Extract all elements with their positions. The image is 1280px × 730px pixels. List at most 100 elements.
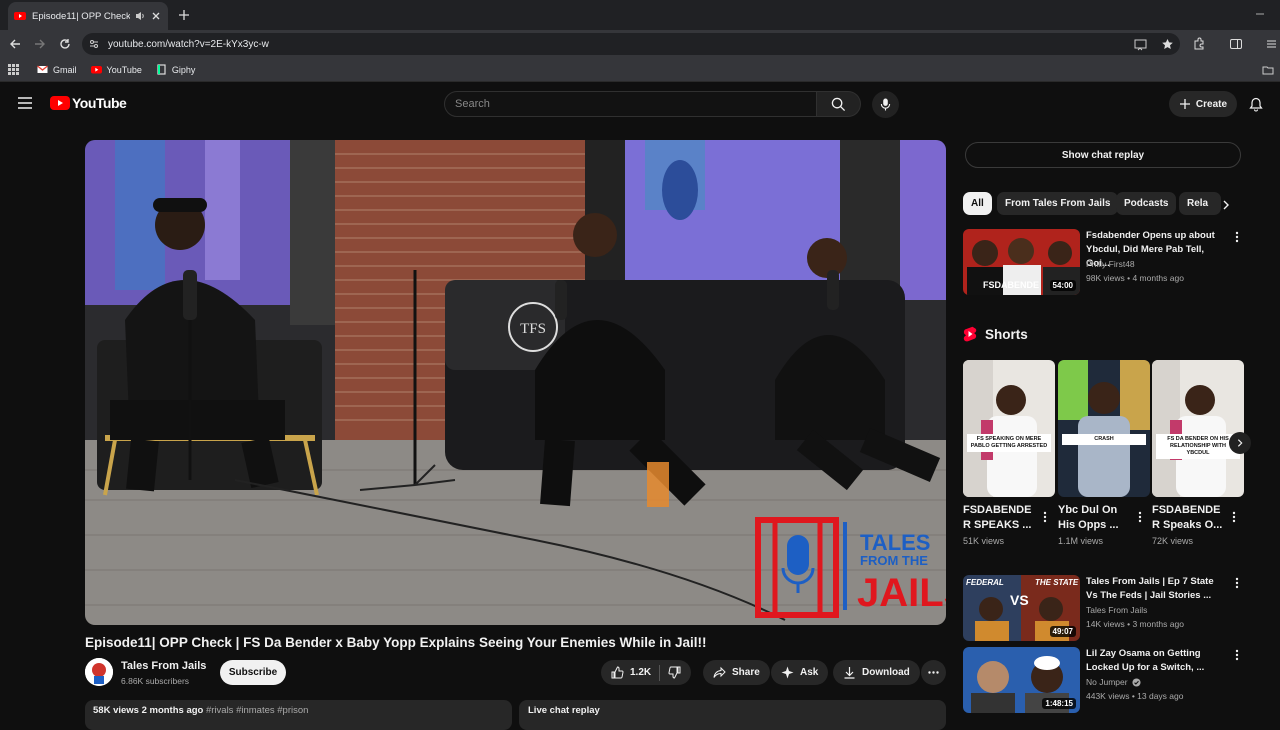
video-thumbnail[interactable]: FEDERAL THE STATE VS 49:07: [963, 575, 1080, 641]
share-button[interactable]: Share: [703, 660, 770, 685]
download-icon: [844, 667, 855, 679]
bookmark-label: Giphy: [171, 64, 196, 75]
hashtags[interactable]: #rivals #inmates #prison: [206, 705, 308, 716]
short-views: 72K views: [1152, 536, 1194, 546]
more-vertical-icon[interactable]: [1043, 511, 1047, 523]
more-vertical-icon[interactable]: [1235, 577, 1239, 589]
reload-icon[interactable]: [58, 37, 72, 51]
video-thumbnail[interactable]: 1:48:15: [963, 647, 1080, 713]
chip-podcasts[interactable]: Podcasts: [1116, 192, 1177, 215]
bookmark-giphy[interactable]: Giphy: [156, 64, 196, 75]
address-bar[interactable]: youtube.com/watch?v=2E-kYx3yc-w: [82, 33, 1180, 55]
recommended-video-3[interactable]: 1:48:15 Lil Zay Osama on Getting Locked …: [963, 647, 1243, 713]
channel-name[interactable]: Tales From Jails: [1086, 605, 1147, 615]
channel-avatar[interactable]: [85, 658, 113, 686]
video-title[interactable]: Lil Zay Osama on Getting Locked Up for a…: [1086, 647, 1226, 675]
description-box[interactable]: 58K views 2 months ago #rivals #inmates …: [85, 700, 512, 730]
search-icon: [831, 97, 846, 111]
bookmark-gmail[interactable]: Gmail: [37, 64, 77, 75]
live-chat-label: Live chat replay: [528, 705, 600, 716]
bookmarks-bar: Gmail YouTube Giphy: [0, 58, 1280, 82]
search-box: [444, 91, 817, 117]
short-title[interactable]: FSDABENDE R SPEAKS ...: [963, 503, 1041, 533]
more-vertical-icon[interactable]: [1232, 511, 1236, 523]
browser-menu-icon[interactable]: [1264, 37, 1278, 51]
download-label: Download: [862, 667, 910, 678]
video-thumbnail[interactable]: FSDABENDE 54:00: [963, 229, 1080, 295]
verified-badge-icon: [1132, 677, 1141, 687]
chip-all[interactable]: All: [963, 192, 992, 215]
channel-name[interactable]: Philly First48: [1086, 259, 1135, 269]
thumbs-down-icon[interactable]: [668, 666, 681, 679]
ask-button[interactable]: Ask: [771, 660, 829, 685]
youtube-logo[interactable]: YouTube: [50, 95, 127, 111]
download-button[interactable]: Download: [833, 660, 920, 685]
new-tab-icon[interactable]: [176, 7, 192, 23]
channel-name[interactable]: Tales From Jails: [121, 660, 206, 672]
all-bookmarks-folder-icon[interactable]: [1262, 64, 1274, 76]
url-text: youtube.com/watch?v=2E-kYx3yc-w: [108, 38, 269, 50]
video-frame: TFS TALES FROM THE JAIL: [85, 140, 946, 625]
bookmark-label: YouTube: [106, 64, 142, 75]
video-title: Episode11| OPP Check | FS Da Bender x Ba…: [85, 635, 707, 650]
short-title[interactable]: Ybc Dul On His Opps ...: [1058, 503, 1136, 533]
short-caption: FS SPEAKING ON MERE PABLO GETTING ARREST…: [967, 434, 1051, 452]
browser-tabstrip: Episode11| OPP Check | FS: [0, 0, 1280, 30]
create-button[interactable]: Create: [1169, 91, 1237, 117]
shorts-next-button[interactable]: [1229, 432, 1251, 454]
side-panel-icon[interactable]: [1229, 37, 1243, 51]
show-chat-replay-button[interactable]: Show chat replay: [965, 142, 1241, 168]
notifications-bell-icon[interactable]: [1249, 97, 1263, 112]
forward-arrow-icon[interactable]: [33, 37, 47, 51]
site-settings-icon[interactable]: [88, 38, 100, 50]
channel-name[interactable]: No Jumper: [1086, 677, 1128, 687]
search-input[interactable]: [455, 98, 816, 110]
shorts-logo-icon: [963, 326, 977, 342]
menu-hamburger-icon[interactable]: [17, 96, 33, 110]
short-title[interactable]: FSDABENDE R Speaks O...: [1152, 503, 1230, 533]
recommended-video-2[interactable]: FEDERAL THE STATE VS 49:07 Tales From Ja…: [963, 575, 1243, 641]
short-item-3[interactable]: FS DA BENDER ON HIS RELATIONSHIP WITH YB…: [1152, 360, 1244, 546]
apps-grid-icon[interactable]: [8, 64, 19, 75]
short-item-1[interactable]: FS SPEAKING ON MERE PABLO GETTING ARREST…: [963, 360, 1055, 546]
chip-related[interactable]: Rela: [1179, 192, 1221, 215]
voice-search-button[interactable]: [872, 91, 899, 118]
share-arrow-icon: [713, 666, 726, 678]
subscribe-button[interactable]: Subscribe: [220, 660, 286, 685]
live-chat-replay-box[interactable]: Live chat replay: [519, 700, 946, 730]
short-thumbnail[interactable]: FS SPEAKING ON MERE PABLO GETTING ARREST…: [963, 360, 1055, 497]
mug-logo: TFS: [520, 321, 546, 337]
share-label: Share: [732, 667, 760, 678]
chevron-right-icon[interactable]: [1220, 199, 1232, 211]
video-player[interactable]: TFS TALES FROM THE JAIL: [85, 140, 946, 625]
short-item-2[interactable]: CRASH Ybc Dul On His Opps ... 1.1M views: [1058, 360, 1150, 546]
like-dislike-group: 1.2K: [601, 660, 692, 685]
back-arrow-icon[interactable]: [8, 37, 22, 51]
window-minimize-icon[interactable]: [1254, 8, 1266, 20]
bookmark-youtube[interactable]: YouTube: [90, 64, 142, 75]
more-vertical-icon[interactable]: [1138, 511, 1142, 523]
recommended-video-1[interactable]: FSDABENDE 54:00 Fsdabender Opens up abou…: [963, 229, 1243, 295]
short-thumbnail-image: [1152, 360, 1244, 497]
cast-icon[interactable]: [1134, 38, 1147, 51]
chip-from-channel[interactable]: From Tales From Jails: [997, 192, 1119, 215]
video-title[interactable]: Tales From Jails | Ep 7 State Vs The Fed…: [1086, 575, 1226, 603]
browser-tab-active[interactable]: Episode11| OPP Check | FS: [8, 2, 168, 30]
subscriber-count: 6.86K subscribers: [121, 676, 190, 686]
search-button[interactable]: [817, 91, 861, 117]
giphy-icon: [157, 64, 166, 75]
short-thumbnail[interactable]: CRASH: [1058, 360, 1150, 497]
extensions-icon[interactable]: [1192, 37, 1206, 51]
bookmark-star-icon[interactable]: [1161, 38, 1174, 51]
tab-close-icon[interactable]: [150, 10, 162, 22]
thumbs-up-icon[interactable]: [611, 666, 624, 679]
more-vertical-icon[interactable]: [1235, 649, 1239, 661]
youtube-masthead: YouTube Create: [0, 82, 1280, 126]
speaker-icon[interactable]: [134, 10, 146, 22]
channel-name-row: No Jumper: [1086, 677, 1141, 687]
logo-text: YouTube: [72, 95, 127, 111]
short-thumbnail[interactable]: FS DA BENDER ON HIS RELATIONSHIP WITH YB…: [1152, 360, 1244, 497]
like-count[interactable]: 1.2K: [630, 667, 651, 678]
more-vertical-icon[interactable]: [1235, 231, 1239, 243]
more-actions-button[interactable]: [921, 660, 946, 685]
